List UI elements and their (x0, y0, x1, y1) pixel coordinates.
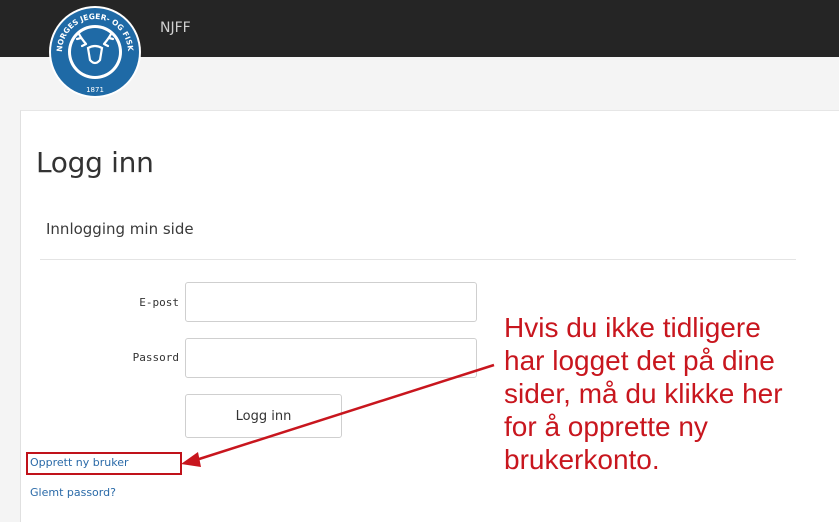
annotation-text: Hvis du ikke tidligere har logget det på… (504, 311, 839, 476)
annotation-line: har logget det på dine (504, 345, 775, 376)
annotation-line: for å opprette ny (504, 411, 708, 442)
annotation-line: sider, må du klikke her (504, 378, 783, 409)
annotation-line: Hvis du ikke tidligere (504, 312, 761, 343)
annotation-line: brukerkonto. (504, 444, 660, 475)
